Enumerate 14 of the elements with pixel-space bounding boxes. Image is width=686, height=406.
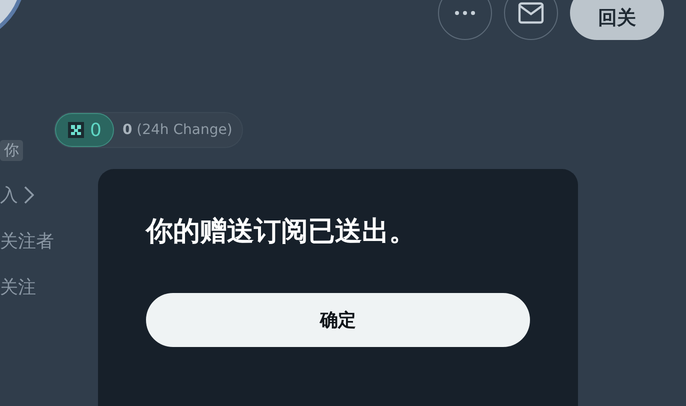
dialog-message: 你的赠送订阅已送出。 bbox=[146, 215, 417, 249]
mail-icon bbox=[518, 2, 544, 24]
change-label: 0 (24h Change) bbox=[122, 122, 232, 138]
chevron-right-icon bbox=[24, 186, 34, 204]
follow-back-button[interactable]: 回关 bbox=[570, 0, 664, 40]
more-icon bbox=[455, 11, 475, 15]
follows-you-badge: 你 bbox=[0, 140, 23, 161]
mail-button[interactable] bbox=[504, 0, 558, 40]
profile-link[interactable]: 入 bbox=[0, 183, 18, 207]
stat-label[interactable]: 关注 bbox=[0, 275, 36, 299]
confirm-button[interactable]: 确定 bbox=[146, 293, 530, 347]
token-amount[interactable]: 0 bbox=[55, 113, 114, 147]
stat-label[interactable]: 关注者 bbox=[0, 229, 54, 253]
token-icon bbox=[68, 122, 84, 138]
